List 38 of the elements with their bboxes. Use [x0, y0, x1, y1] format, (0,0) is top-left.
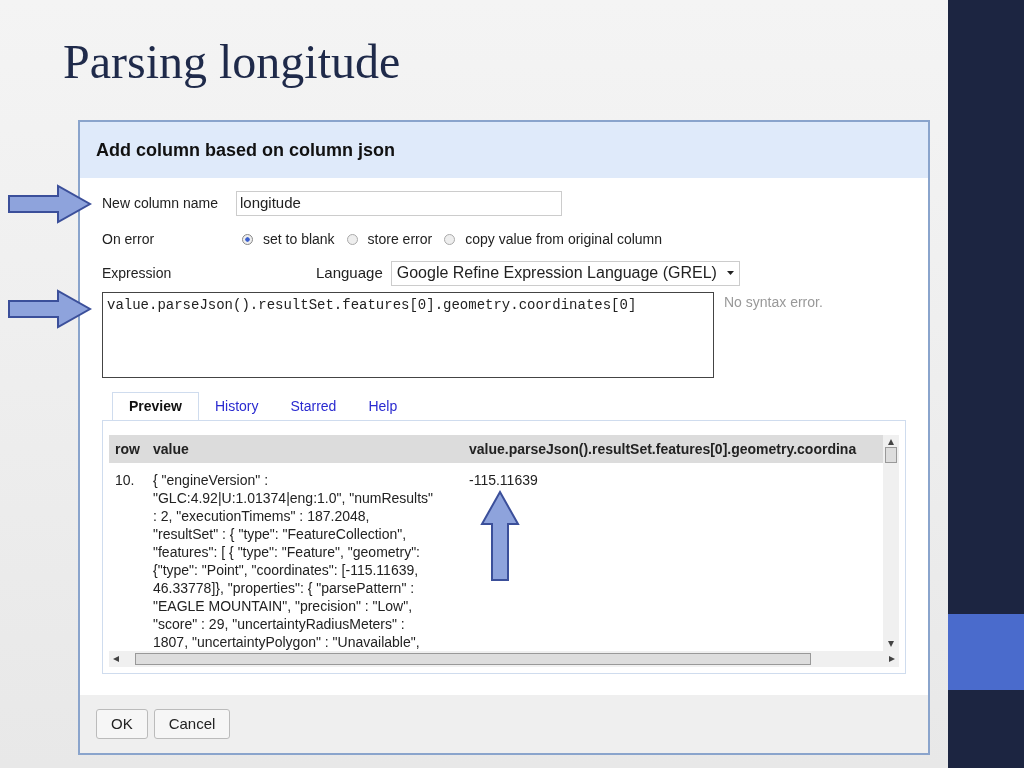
radio-label: copy value from original column — [465, 229, 663, 249]
column-name-field[interactable]: longitude — [236, 190, 562, 216]
scroll-arrow-icon[interactable] — [888, 439, 894, 445]
tab[interactable]: History — [198, 392, 275, 420]
field-label: On error — [102, 229, 156, 249]
field-label: Expression — [102, 263, 173, 283]
dialog-title: Add column based on column json — [96, 138, 395, 162]
right-arrow-icon — [8, 289, 92, 329]
radio-button[interactable] — [242, 233, 253, 245]
radio-button[interactable] — [346, 233, 358, 245]
column-header: value — [153, 439, 190, 459]
radio-label: set to blank — [263, 229, 335, 249]
field-label: Language — [316, 262, 383, 283]
tab[interactable]: Preview — [112, 392, 199, 420]
expression-field[interactable]: value.parseJson().resultSet.features[0].geometry.coordinates[0] — [102, 292, 714, 378]
scroll-thumb[interactable] — [135, 653, 811, 665]
radio-label: store error — [367, 229, 433, 249]
scroll-arrow-icon[interactable] — [888, 641, 894, 647]
slide-title: Parsing longitude — [63, 34, 401, 90]
table-cell-text: 10. — [114, 471, 136, 489]
dialog-button[interactable]: OK — [96, 709, 148, 739]
column-header: row — [114, 439, 141, 459]
radio-button[interactable] — [444, 233, 456, 245]
tab[interactable]: Starred — [274, 392, 353, 420]
right-arrow-icon — [8, 184, 92, 224]
tab[interactable]: Help — [352, 392, 414, 420]
column-header: value.parseJson().resultSet.features[0].geometry.coordina — [469, 439, 857, 459]
field-label: New column name — [102, 193, 219, 213]
table-cell-text: { "engineVersion" : "GLC:4.92|U:1.01374|eng:1.0", "numResults" : 2, "executionTimems" : 187.2048, "resultSet" : { "type": "FeatureCollection", "features": [ { "type": "Feature", "geometry": {"type": "Point", "coordinates": [-115.11639, 46.33778]}, "properties": { "parsePattern" : "EAGLE MOUNTAIN", "precision" : "Low", "score" : 29, "uncertaintyRadiusMeters" : 1807, "uncertaintyPolygon" : "Unavailable", — [153, 471, 435, 651]
scroll-arrow-icon[interactable] — [113, 656, 119, 662]
language-dropdown[interactable]: Google Refine Expression Language (GREL) — [390, 260, 740, 286]
scroll-thumb[interactable] — [885, 447, 897, 463]
caret-icon — [726, 271, 734, 275]
table-cell: -115.11639 — [469, 471, 538, 489]
dialog-button[interactable]: Cancel — [153, 709, 231, 739]
syntax-status: No syntax error. — [724, 293, 823, 312]
scroll-arrow-icon[interactable] — [889, 656, 895, 662]
up-arrow-icon — [480, 490, 520, 582]
